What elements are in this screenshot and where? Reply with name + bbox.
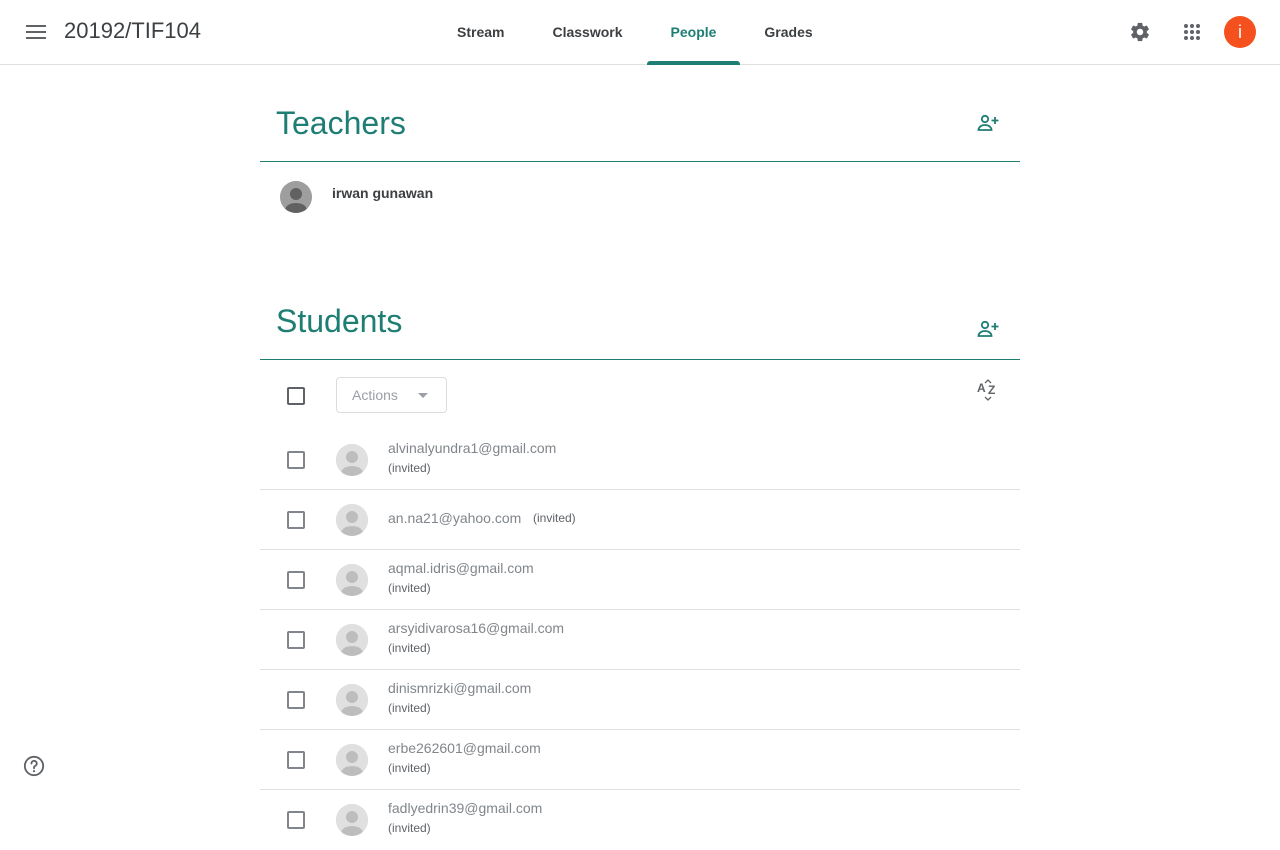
student-row[interactable]: erbe262601@gmail.com (invited) (260, 730, 1020, 790)
student-status: (invited) (533, 511, 576, 525)
student-status: (invited) (388, 641, 431, 655)
student-status: (invited) (388, 821, 431, 835)
tab-stream[interactable]: Stream (433, 0, 528, 64)
students-toolbar: Actions A Z (260, 360, 1020, 430)
students-title: Students (276, 303, 403, 339)
menu-icon (26, 25, 46, 39)
gear-icon (1131, 22, 1149, 42)
actions-label: Actions (352, 387, 398, 403)
teacher-row[interactable]: irwan gunawan (260, 162, 1020, 232)
student-checkbox[interactable] (287, 811, 305, 829)
student-email: arsyidivarosa16@gmail.com (388, 620, 565, 636)
student-avatar (336, 744, 368, 776)
teachers-section-header: Teachers (260, 65, 1020, 162)
chevron-down-icon (418, 393, 428, 398)
student-email: fadlyedrin39@gmail.com (388, 800, 543, 816)
student-checkbox[interactable] (287, 631, 305, 649)
person-icon (336, 744, 368, 776)
person-icon (336, 564, 368, 596)
student-email: alvinalyundra1@gmail.com (388, 440, 557, 456)
student-avatar (336, 804, 368, 836)
tab-classwork[interactable]: Classwork (528, 0, 646, 64)
person-icon (336, 804, 368, 836)
student-email: erbe262601@gmail.com (388, 740, 541, 756)
student-avatar (336, 564, 368, 596)
class-title[interactable]: 20192/TIF104 (64, 18, 201, 44)
person-add-icon (977, 114, 999, 131)
teachers-title: Teachers (276, 105, 406, 141)
top-app-bar: 20192/TIF104 Stream Classwork People Gra… (0, 0, 1280, 65)
student-email: an.na21@yahoo.com (388, 510, 522, 526)
invite-teachers-button[interactable] (968, 103, 1008, 143)
tab-grades[interactable]: Grades (740, 0, 836, 64)
student-row[interactable]: arsyidivarosa16@gmail.com (invited) (260, 610, 1020, 670)
person-icon (336, 624, 368, 656)
tab-bar: Stream Classwork People Grades (433, 0, 837, 65)
actions-dropdown[interactable]: Actions (336, 377, 447, 413)
student-row[interactable]: fadlyedrin39@gmail.com (invited) (260, 790, 1020, 850)
student-checkbox[interactable] (287, 451, 305, 469)
student-avatar (336, 684, 368, 716)
teacher-name: irwan gunawan (332, 185, 434, 201)
svg-text:Z: Z (988, 383, 995, 397)
google-apps-button[interactable] (1172, 12, 1212, 52)
select-all-checkbox[interactable] (287, 387, 305, 405)
student-checkbox[interactable] (287, 691, 305, 709)
tab-people[interactable]: People (646, 0, 741, 65)
help-button[interactable] (22, 754, 46, 778)
student-checkbox[interactable] (287, 511, 305, 529)
student-status: (invited) (388, 701, 431, 715)
student-status: (invited) (388, 581, 431, 595)
sort-button[interactable]: A Z (968, 370, 1008, 410)
apps-grid-icon (1184, 24, 1200, 40)
invite-students-button[interactable] (968, 309, 1008, 349)
person-icon (336, 504, 368, 536)
sort-az-icon: A Z (977, 379, 995, 401)
student-row[interactable]: alvinalyundra1@gmail.com (invited) (260, 430, 1020, 490)
student-row[interactable]: aqmal.idris@gmail.com (invited) (260, 550, 1020, 610)
people-page: Teachers irwan gunawan Students Actions … (260, 65, 1020, 850)
class-settings-button[interactable] (1120, 12, 1160, 52)
account-avatar[interactable]: i (1224, 16, 1256, 48)
person-icon (280, 181, 312, 213)
person-icon (336, 444, 368, 476)
student-status: (invited) (388, 761, 431, 775)
student-status: (invited) (388, 461, 431, 475)
student-row[interactable]: an.na21@yahoo.com (invited) (260, 490, 1020, 550)
student-avatar (336, 504, 368, 536)
student-email: dinismrizki@gmail.com (388, 680, 532, 696)
person-icon (336, 684, 368, 716)
person-add-icon (977, 320, 999, 337)
teacher-avatar (280, 181, 312, 213)
main-menu-button[interactable] (16, 12, 56, 52)
student-row[interactable]: dinismrizki@gmail.com (invited) (260, 670, 1020, 730)
students-section-header: Students (260, 264, 1020, 360)
student-checkbox[interactable] (287, 571, 305, 589)
student-avatar (336, 444, 368, 476)
student-avatar (336, 624, 368, 656)
student-email: aqmal.idris@gmail.com (388, 560, 534, 576)
help-icon (23, 755, 45, 777)
svg-text:A: A (977, 381, 986, 395)
student-checkbox[interactable] (287, 751, 305, 769)
